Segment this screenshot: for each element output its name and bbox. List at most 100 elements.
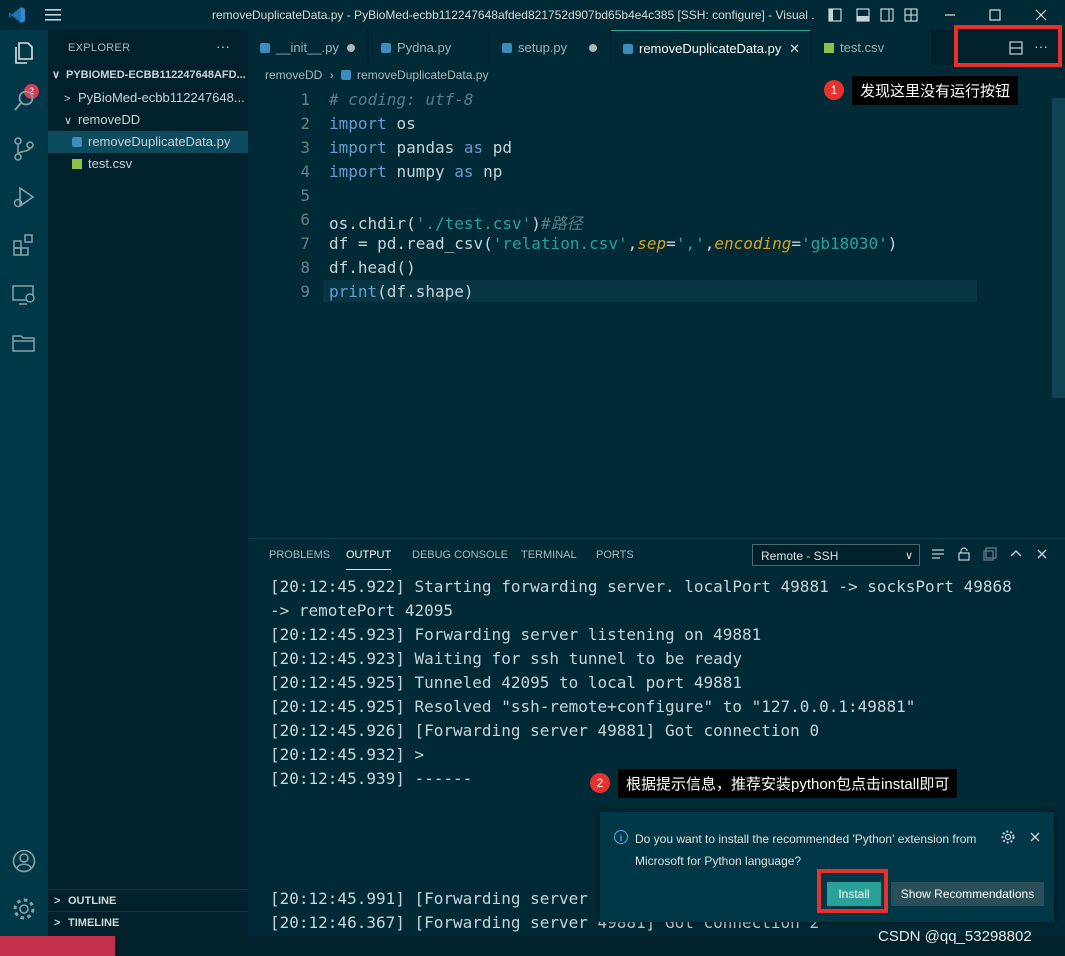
folder-icon[interactable] <box>11 330 37 356</box>
breadcrumb-file[interactable]: removeDuplicateData.py <box>357 68 488 82</box>
string-token: 'relation.csv' <box>492 234 628 253</box>
unsaved-dot-icon[interactable] <box>589 44 597 52</box>
tab-init-py[interactable]: __init__.py <box>248 30 368 65</box>
close-panel-icon[interactable] <box>1034 546 1050 562</box>
customize-layout-icon[interactable] <box>903 7 919 23</box>
toggle-secondary-sidebar-icon[interactable] <box>879 7 895 23</box>
tree-item-test-csv[interactable]: test.csv <box>48 153 248 175</box>
tab-label: Pydna.py <box>397 40 452 55</box>
output-line: [20:12:45.939] ------ <box>270 769 473 788</box>
timeline-section[interactable]: > TIMELINE <box>48 911 248 934</box>
gear-icon[interactable] <box>1000 829 1016 845</box>
minimize-icon[interactable] <box>942 7 958 23</box>
outline-label: OUTLINE <box>68 895 117 907</box>
annotation-box-install <box>817 869 888 913</box>
tab-setup-py[interactable]: setup.py <box>490 30 610 65</box>
maximize-icon[interactable] <box>987 7 1003 23</box>
line-number: 6 <box>300 210 310 229</box>
tab-test-csv[interactable]: test.csv <box>812 30 932 65</box>
output-line: [20:12:45.922] Starting forwarding serve… <box>270 577 1012 596</box>
code-line-3: import pandas as pd <box>329 138 512 157</box>
line-number: 5 <box>300 186 310 205</box>
unsaved-dot-icon[interactable] <box>347 44 355 52</box>
account-icon[interactable] <box>11 848 37 874</box>
tab-removeduplicatedata-py[interactable]: removeDuplicateData.py ✕ <box>611 30 811 65</box>
comment-token: #路径 <box>540 214 583 233</box>
tab-ports[interactable]: PORTS <box>596 549 634 561</box>
tree-item-removedd[interactable]: ∨ removeDD <box>48 109 248 131</box>
python-file-icon <box>260 43 270 53</box>
output-channel-value: Remote - SSH <box>761 549 839 563</box>
code-token: ) <box>531 214 541 233</box>
lock-icon[interactable] <box>956 546 972 562</box>
code-line-8: df.head() <box>329 258 416 277</box>
tree-item-label: removeDD <box>78 112 141 127</box>
show-recommendations-button[interactable]: Show Recommendations <box>891 882 1044 906</box>
tab-label: __init__.py <box>276 40 339 55</box>
tab-debug-console[interactable]: DEBUG CONSOLE <box>412 549 508 561</box>
outline-section[interactable]: > OUTLINE <box>48 889 248 912</box>
code-token: , <box>627 234 638 253</box>
code-line-1: # coding: utf-8 <box>329 90 474 109</box>
editor-scrollbar[interactable] <box>1052 98 1065 398</box>
workspace-root[interactable]: ∨ PYBIOMED-ECBB112247648AFD... <box>48 64 248 86</box>
timeline-label: TIMELINE <box>68 917 120 929</box>
code-token: pandas <box>396 138 455 157</box>
source-control-icon[interactable] <box>11 136 37 162</box>
code-token: pd <box>492 138 513 157</box>
code-token: numpy <box>396 162 445 181</box>
explorer-more-actions[interactable]: ··· <box>216 38 230 54</box>
line-number: 3 <box>300 138 310 157</box>
tab-terminal[interactable]: TERMINAL <box>521 549 577 561</box>
remote-explorer-icon[interactable] <box>11 282 37 308</box>
close-window-icon[interactable] <box>1033 7 1049 23</box>
output-line: [20:12:45.923] Forwarding server listeni… <box>270 625 762 644</box>
toggle-panel-icon[interactable] <box>855 7 871 23</box>
csdn-watermark: CSDN @qq_53298802 <box>878 928 1032 945</box>
python-file-icon <box>623 44 633 54</box>
tree-item-pybiomed[interactable]: > PyBioMed-ecbb112247648... <box>48 87 248 109</box>
annotation-note-2: 根据提示信息，推荐安装python包点击install即可 <box>618 769 958 798</box>
code-line-4: import numpy as np <box>329 162 502 181</box>
code-token: np <box>483 162 503 181</box>
chevron-down-icon: ∨ <box>64 115 73 127</box>
tab-output[interactable]: OUTPUT <box>346 549 392 570</box>
keyword-token: import <box>329 162 387 181</box>
hamburger-menu-icon[interactable] <box>44 7 62 23</box>
param-token: sep <box>637 234 667 253</box>
tree-item-removeduplicatedata[interactable]: removeDuplicateData.py <box>48 131 248 153</box>
csv-file-icon <box>72 159 82 169</box>
code-editor[interactable]: 1 2 3 4 5 6 7 8 9 # coding: utf-8 import… <box>248 86 1065 536</box>
tree-item-label: PyBioMed-ecbb112247648... <box>78 90 245 105</box>
run-and-debug-icon[interactable] <box>11 184 37 210</box>
output-channel-select[interactable]: Remote - SSH ∨ <box>752 544 920 566</box>
code-line-2: import os <box>329 114 416 133</box>
toggle-primary-sidebar-icon[interactable] <box>827 7 843 23</box>
settings-gear-icon[interactable] <box>11 896 37 922</box>
explorer-sidebar: EXPLORER ··· ∨ PYBIOMED-ECBB112247648AFD.… <box>48 30 248 936</box>
tab-pydna-py[interactable]: Pydna.py <box>369 30 489 65</box>
maximize-panel-icon[interactable] <box>1008 546 1024 562</box>
code-token: = <box>791 234 802 253</box>
code-token: (df.shape) <box>377 282 474 301</box>
window-title: removeDuplicateData.py - PyBioMed-ecbb11… <box>212 8 814 22</box>
breadcrumb-folder[interactable]: removeDD <box>265 68 322 82</box>
search-icon[interactable] <box>11 88 37 114</box>
remote-indicator[interactable] <box>0 936 115 956</box>
tab-label: test.csv <box>840 40 885 55</box>
tab-problems[interactable]: PROBLEMS <box>269 549 330 561</box>
line-number: 4 <box>300 162 310 181</box>
keyword-token: import <box>329 114 387 133</box>
chevron-right-icon: > <box>64 93 71 105</box>
clear-output-icon[interactable] <box>930 546 946 562</box>
extensions-icon[interactable] <box>11 232 37 258</box>
output-line: [20:12:45.932] > <box>270 745 425 764</box>
python-file-icon <box>72 137 82 147</box>
explorer-icon[interactable] <box>11 40 37 66</box>
open-in-editor-icon[interactable] <box>982 546 998 562</box>
breadcrumb: removeDD › removeDuplicateData.py <box>265 68 488 82</box>
close-tab-icon[interactable]: ✕ <box>789 31 800 66</box>
close-icon[interactable] <box>1027 829 1043 845</box>
output-line: [20:12:45.923] Waiting for ssh tunnel to… <box>270 649 743 668</box>
editor-tabs: __init__.py Pydna.py setup.py removeDupl… <box>248 30 1065 65</box>
